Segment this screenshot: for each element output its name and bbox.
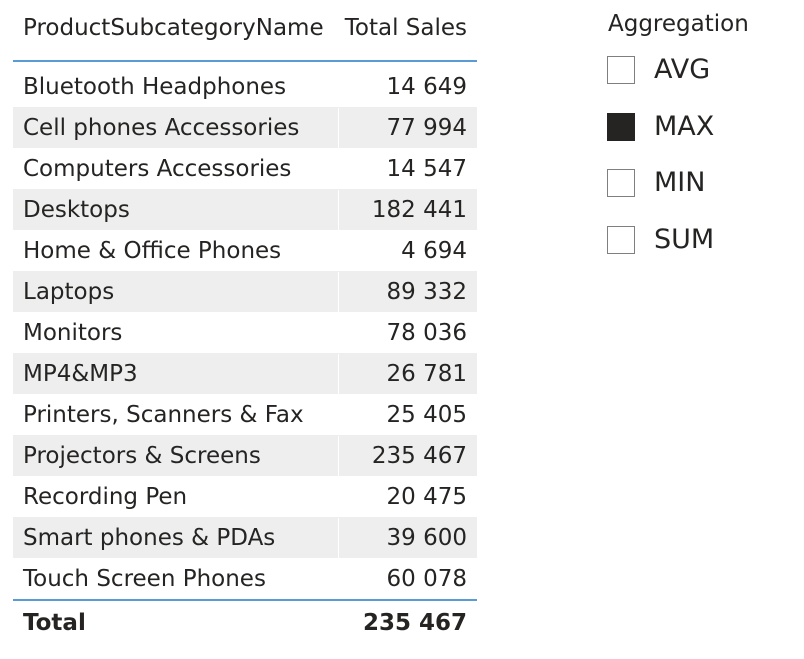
- table-total-row: Total 235 467: [13, 599, 477, 645]
- table-row[interactable]: MP4&MP3 26 781: [13, 353, 477, 395]
- slicer-option-min[interactable]: MIN: [607, 167, 705, 199]
- table-row[interactable]: Home & Office Phones 4 694: [13, 230, 477, 271]
- row-sales-cell: 26 781: [338, 353, 477, 395]
- row-subcategory-cell: Touch Screen Phones: [23, 565, 266, 592]
- slicer-option-label: MIN: [654, 167, 706, 198]
- row-sales-cell: 182 441: [338, 189, 477, 231]
- checkbox-checked-icon[interactable]: [607, 113, 635, 141]
- row-sales-cell: 25 405: [386, 401, 467, 428]
- column-header-subcategory[interactable]: ProductSubcategoryName: [13, 0, 338, 41]
- row-sales-cell: 39 600: [338, 517, 477, 559]
- table-row[interactable]: Smart phones & PDAs 39 600: [13, 517, 477, 559]
- slicer-option-max[interactable]: MAX: [607, 111, 714, 143]
- table-row[interactable]: Bluetooth Headphones 14 649: [13, 66, 477, 107]
- table-row[interactable]: Computers Accessories 14 547: [13, 148, 477, 189]
- slicer-option-label: AVG: [654, 54, 711, 85]
- row-sales-cell: 60 078: [386, 565, 467, 592]
- total-value: 235 467: [362, 610, 467, 636]
- row-subcategory-cell: Home & Office Phones: [23, 237, 282, 264]
- row-sales-cell: 14 649: [386, 73, 467, 100]
- table-row[interactable]: Desktops 182 441: [13, 189, 477, 231]
- checkbox-unchecked-icon[interactable]: [607, 169, 635, 197]
- table-body: Bluetooth Headphones 14 649 Cell phones …: [13, 66, 477, 599]
- row-subcategory-cell: Laptops: [23, 278, 115, 305]
- slicer-option-label: SUM: [654, 224, 715, 255]
- table-row[interactable]: Laptops 89 332: [13, 271, 477, 313]
- table-row[interactable]: Monitors 78 036: [13, 312, 477, 353]
- table-row[interactable]: Printers, Scanners & Fax 25 405: [13, 394, 477, 435]
- checkbox-unchecked-icon[interactable]: [607, 226, 635, 254]
- table-row[interactable]: Cell phones Accessories 77 994: [13, 107, 477, 149]
- table-header: ProductSubcategoryName Total Sales: [13, 0, 477, 62]
- slicer-option-sum[interactable]: SUM: [607, 224, 714, 256]
- row-subcategory-cell: Monitors: [23, 319, 123, 346]
- slicer-option-label: MAX: [654, 111, 715, 142]
- row-sales-cell: 78 036: [386, 319, 467, 346]
- table-row[interactable]: Touch Screen Phones 60 078: [13, 558, 477, 599]
- row-subcategory-cell: Bluetooth Headphones: [23, 73, 287, 100]
- slicer-title: Aggregation: [608, 11, 749, 37]
- slicer-option-avg[interactable]: AVG: [607, 54, 710, 86]
- row-sales-cell: 89 332: [338, 271, 477, 313]
- row-sales-cell: 77 994: [338, 107, 477, 149]
- row-subcategory-cell: Recording Pen: [23, 483, 188, 510]
- sales-table: ProductSubcategoryName Total Sales Bluet…: [13, 0, 477, 645]
- checkbox-unchecked-icon[interactable]: [607, 56, 635, 84]
- row-sales-cell: 235 467: [338, 435, 477, 477]
- row-subcategory-cell: Desktops: [23, 196, 130, 223]
- row-sales-cell: 20 475: [386, 483, 467, 510]
- total-label: Total: [23, 610, 86, 636]
- row-subcategory-cell: Smart phones & PDAs: [23, 524, 276, 551]
- row-subcategory-cell: Computers Accessories: [23, 155, 292, 182]
- row-subcategory-cell: Printers, Scanners & Fax: [23, 401, 304, 428]
- row-subcategory-cell: Cell phones Accessories: [23, 114, 300, 141]
- row-subcategory-cell: MP4&MP3: [23, 360, 138, 387]
- row-sales-cell: 14 547: [386, 155, 467, 182]
- table-row[interactable]: Projectors & Screens 235 467: [13, 435, 477, 477]
- table-row[interactable]: Recording Pen 20 475: [13, 476, 477, 517]
- row-subcategory-cell: Projectors & Screens: [23, 442, 261, 469]
- row-sales-cell: 4 694: [401, 237, 467, 264]
- column-header-total-sales[interactable]: Total Sales: [338, 0, 477, 41]
